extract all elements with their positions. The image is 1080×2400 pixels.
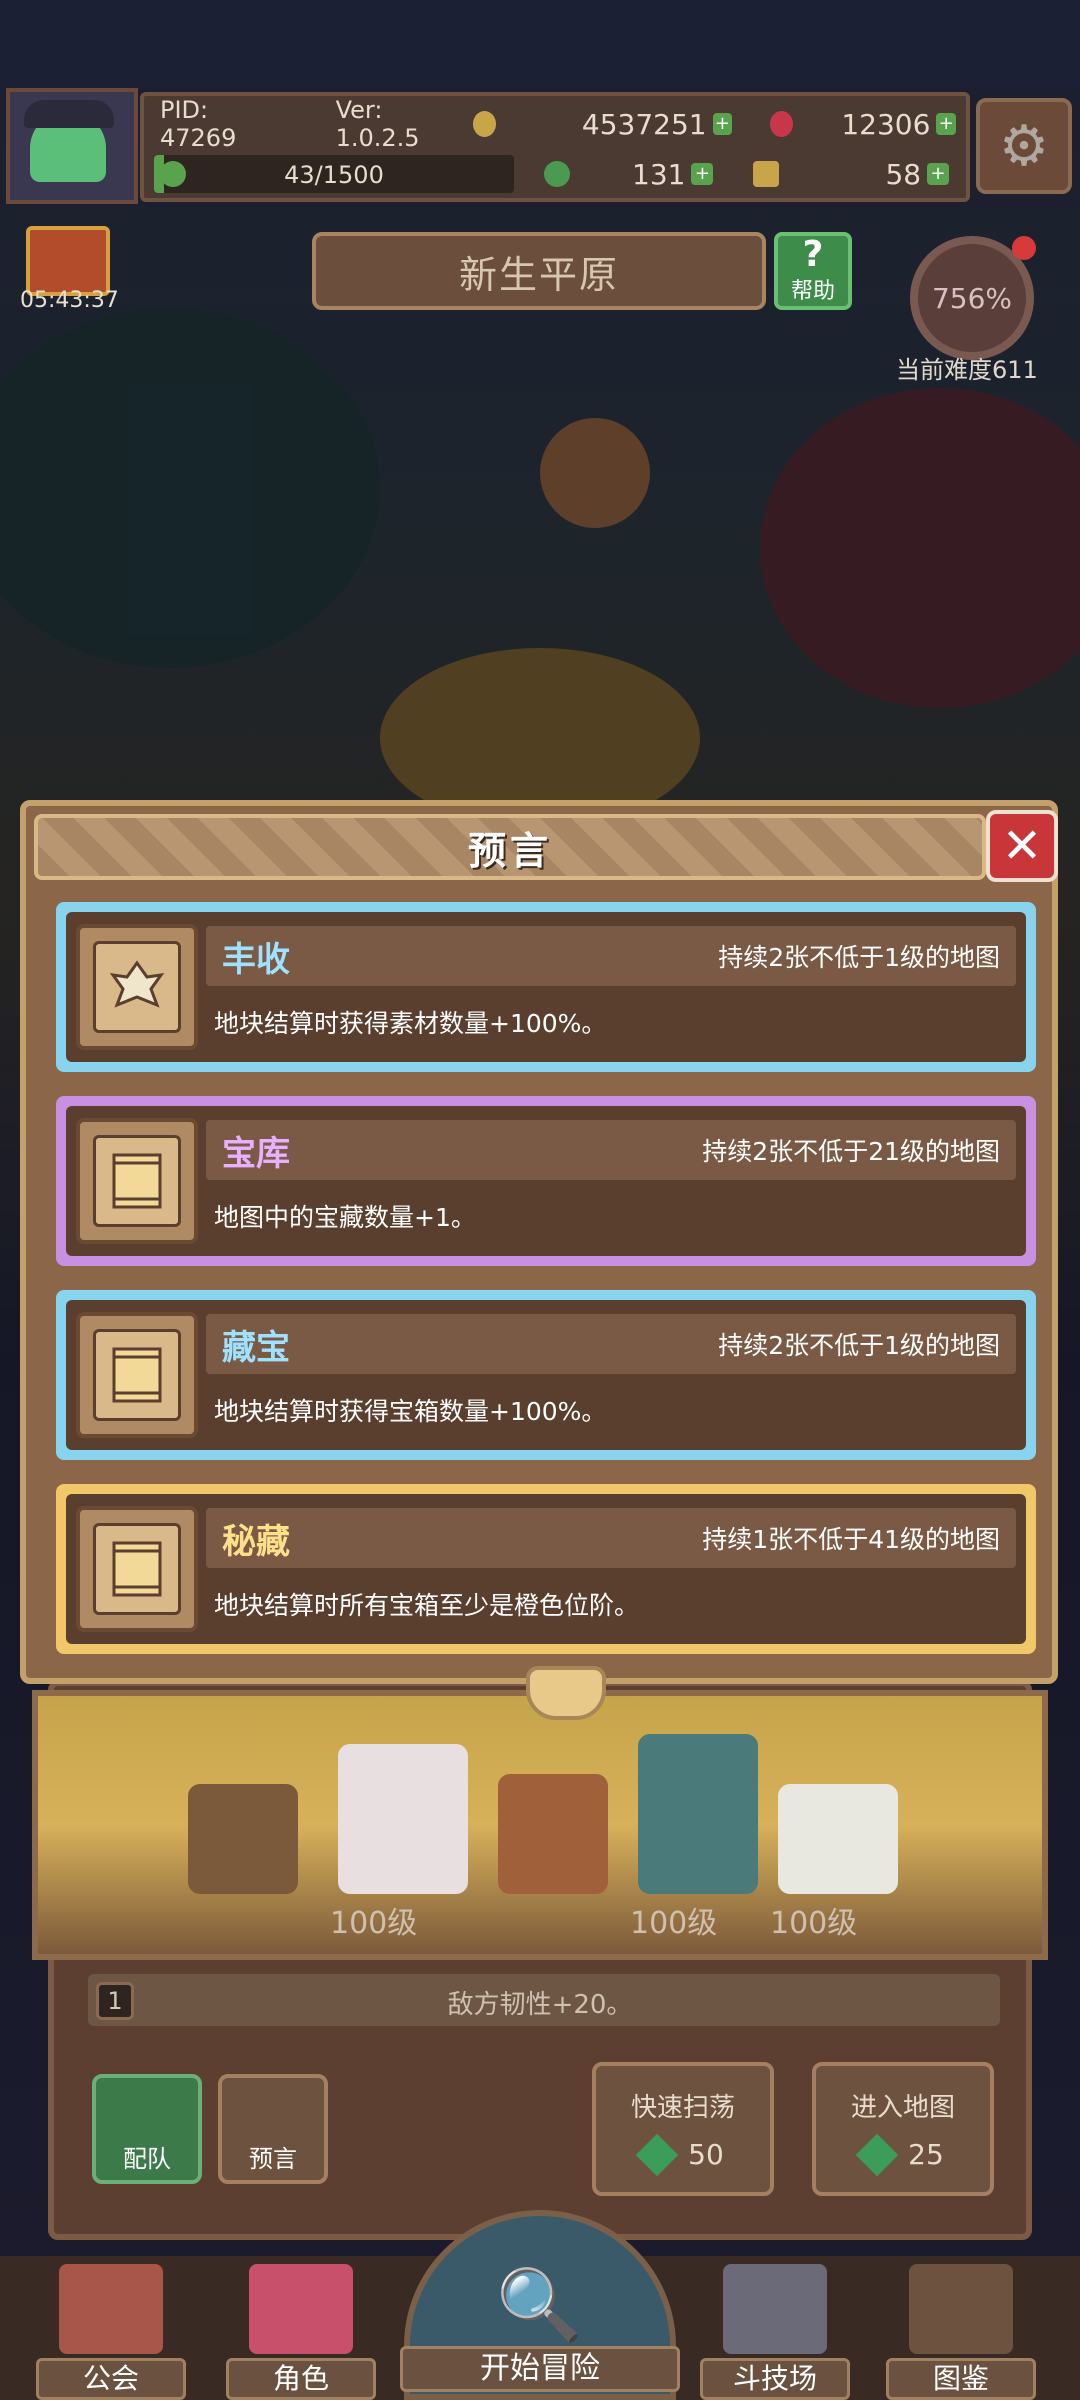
prophecy-card[interactable]: 藏宝 持续2张不低于1级的地图 地块结算时获得宝箱数量+100%。 (56, 1290, 1036, 1460)
book-icon (909, 2264, 1013, 2354)
area-name-banner: 新生平原 (312, 232, 766, 310)
material-amount: 58 (885, 157, 922, 191)
add-gold-icon[interactable]: + (712, 113, 733, 135)
nav-character-label: 角色 (226, 2358, 376, 2400)
difficulty-label: 当前难度611 (896, 356, 1038, 384)
card-name: 丰收 (222, 939, 290, 980)
modal-title: 预言 (467, 828, 552, 873)
card-description: 地块结算时所有宝箱至少是橙色位阶。 (214, 1591, 640, 1620)
modal-header: 预言 (34, 814, 986, 880)
card-duration: 持续2张不低于21级的地图 (702, 1137, 1000, 1166)
card-name: 宝库 (222, 1133, 290, 1174)
card-duration: 持续2张不低于1级的地图 (718, 1331, 1000, 1360)
character-sprite (338, 1744, 468, 1894)
gift-timer: 05:43:37 (20, 288, 119, 313)
resource-panel: PID: 47269 Ver: 1.0.2.5 4537251 + 12306 … (140, 92, 970, 202)
difficulty-percent: 756% (931, 281, 1013, 315)
character-sprite (638, 1734, 758, 1894)
add-clover-icon[interactable]: + (691, 163, 714, 185)
notification-dot (1012, 236, 1036, 260)
clover-icon (635, 2133, 679, 2176)
enter-map-button[interactable]: 进入地图 25 (812, 2062, 994, 2196)
quick-sweep-cost: 50 (688, 2138, 724, 2171)
character-sprite (188, 1784, 298, 1894)
prophecy-button[interactable]: 预言 (218, 2074, 328, 2184)
pid-text: PID: 47269 (160, 96, 237, 152)
prophecy-card[interactable]: 宝库 持续2张不低于21级的地图 地图中的宝藏数量+1。 (56, 1096, 1036, 1266)
status-bar-area (0, 0, 1080, 88)
guild-icon (59, 2264, 163, 2354)
ornament-icon (526, 1666, 606, 1720)
prophecy-modal: 预言 ✕ 丰收 持续2张不低于1级的地图 地块结算时获得素材数量+100%。 宝… (20, 800, 1058, 1720)
clover-icon (855, 2133, 899, 2176)
character-icon (249, 2264, 353, 2354)
player-avatar[interactable] (6, 88, 138, 204)
enter-map-cost: 25 (908, 2138, 944, 2171)
help-button[interactable]: ? 帮助 (774, 232, 852, 310)
gold-amount: 4537251 (581, 107, 707, 141)
nav-guild[interactable]: 公会 (36, 2260, 186, 2400)
card-description: 地图中的宝藏数量+1。 (214, 1203, 476, 1232)
close-button[interactable]: ✕ (986, 810, 1058, 882)
start-adventure-label: 开始冒险 (400, 2346, 680, 2392)
close-icon: ✕ (1001, 818, 1043, 874)
team-label: 配队 (123, 2145, 171, 2173)
nav-character[interactable]: 角色 (226, 2260, 376, 2400)
settings-button[interactable]: ⚙ (976, 98, 1072, 194)
prophecy-card[interactable]: 秘藏 持续1张不低于41级的地图 地块结算时所有宝箱至少是橙色位阶。 (56, 1484, 1036, 1654)
add-gem-icon[interactable]: + (936, 113, 956, 135)
gear-icon: ⚙ (998, 113, 1050, 179)
character-sprite (778, 1784, 898, 1894)
material-icon (753, 161, 780, 187)
nav-guild-label: 公会 (36, 2358, 186, 2400)
party-stage (32, 1690, 1048, 1960)
ruby-icon (770, 111, 794, 137)
version-text: Ver: 1.0.2.5 (335, 96, 420, 152)
character-sprite (498, 1774, 608, 1894)
card-description: 地块结算时获得宝箱数量+100%。 (214, 1397, 607, 1426)
team-button[interactable]: 配队 (92, 2074, 202, 2184)
question-icon: ? (802, 234, 824, 275)
prophecy-label: 预言 (249, 2145, 297, 2173)
quick-sweep-label: 快速扫荡 (630, 2093, 735, 2123)
magnifier-icon: 🔍 (496, 2263, 584, 2346)
gift-box-icon[interactable] (26, 226, 110, 296)
nav-codex[interactable]: 图鉴 (886, 2260, 1036, 2400)
add-material-icon[interactable]: + (927, 163, 950, 185)
enter-map-label: 进入地图 (850, 2093, 955, 2123)
card-duration: 持续2张不低于1级的地图 (718, 943, 1000, 972)
clover-amount: 131 (632, 157, 686, 191)
scroll-icon (76, 1506, 198, 1632)
help-label: 帮助 (790, 279, 835, 304)
level-label: 100级 (330, 1906, 418, 1941)
level-label: 100级 (630, 1906, 718, 1941)
gem-amount: 12306 (841, 107, 931, 141)
nav-codex-label: 图鉴 (886, 2358, 1036, 2400)
harvest-icon (76, 924, 198, 1050)
clover-icon (544, 161, 570, 187)
level-label: 100级 (770, 1906, 858, 1941)
stamina-text: 43/1500 (284, 161, 384, 189)
prophecy-card[interactable]: 丰收 持续2张不低于1级的地图 地块结算时获得素材数量+100%。 (56, 902, 1036, 1072)
card-name: 藏宝 (222, 1327, 290, 1368)
quick-sweep-button[interactable]: 快速扫荡 50 (592, 2062, 774, 2196)
card-name: 秘藏 (222, 1521, 290, 1562)
scroll-icon (76, 1118, 198, 1244)
gold-coin-icon (472, 111, 496, 137)
nav-arena-label: 斗技场 (700, 2358, 850, 2400)
card-duration: 持续1张不低于41级的地图 (702, 1525, 1000, 1554)
scroll-icon (76, 1312, 198, 1438)
card-description: 地块结算时获得素材数量+100%。 (214, 1009, 607, 1038)
effect-text: 敌方韧性+20。 (447, 1990, 633, 2020)
area-name: 新生平原 (458, 252, 619, 297)
crossed-swords-icon (723, 2264, 827, 2354)
nav-arena[interactable]: 斗技场 (700, 2260, 850, 2400)
